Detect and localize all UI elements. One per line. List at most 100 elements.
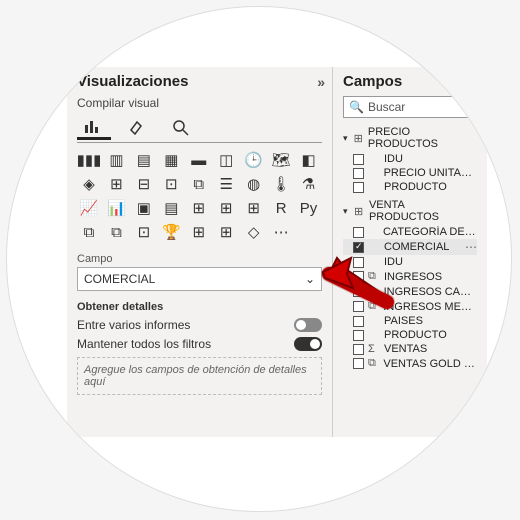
viz-type-20[interactable]: ▣ — [132, 197, 156, 219]
format-tab[interactable] — [121, 114, 155, 140]
measure-icon: ⧉ — [368, 270, 380, 283]
viz-type-8[interactable]: ◧ — [297, 149, 321, 171]
field-item[interactable]: ⧉INGRESOS MEDI… — [343, 299, 477, 314]
field-well[interactable]: COMERCIAL ⌄ — [77, 267, 322, 291]
field-item[interactable]: PRODUCTO — [343, 328, 477, 342]
field-item[interactable]: Σ VENTAS — [343, 342, 477, 356]
viz-type-25[interactable]: R — [269, 197, 293, 219]
visualizations-panel: Visualizaciones » Compilar visual ▮▮▮▥▤▦… — [67, 67, 332, 437]
keep-filters-toggle[interactable] — [294, 337, 322, 351]
field-label: PRECIO UNITARIO — [384, 167, 477, 179]
viz-type-12[interactable]: ⊡ — [159, 173, 183, 195]
expander-icon: ▾ — [343, 206, 351, 217]
field-checkbox[interactable] — [353, 301, 364, 312]
viz-type-2[interactable]: ▤ — [132, 149, 156, 171]
field-item[interactable]: PRODUCTO — [343, 180, 477, 194]
collapse-icon[interactable]: » — [317, 74, 322, 90]
fields-title: Campos — [343, 73, 402, 90]
field-checkbox[interactable] — [353, 271, 364, 282]
table-group[interactable]: ▾⊞PRECIO PRODUCTOS — [343, 124, 477, 152]
table-group[interactable]: ▾⊞VENTA PRODUCTOS — [343, 197, 477, 225]
field-item[interactable]: CATEGORÍA DE P… — [343, 225, 477, 239]
field-item[interactable]: ⧉ INGRESOS — [343, 269, 477, 284]
field-checkbox[interactable] — [353, 168, 364, 179]
viz-type-27[interactable]: ⧉ — [77, 221, 101, 243]
field-checkbox[interactable] — [353, 242, 364, 253]
analytics-tab[interactable] — [165, 114, 199, 140]
viz-type-3[interactable]: ▦ — [159, 149, 183, 171]
build-tab[interactable] — [77, 114, 111, 140]
measure-icon: ⧉ — [368, 285, 380, 298]
field-checkbox[interactable] — [353, 316, 364, 327]
viz-type-5[interactable]: ◫ — [214, 149, 238, 171]
field-label: INGRESOS — [384, 271, 442, 283]
field-label: INGRESOS MEDI… — [383, 301, 477, 313]
viz-type-33[interactable]: ◇ — [242, 221, 266, 243]
field-label: VENTAS GOLD P… — [383, 358, 477, 370]
field-label: PRODUCTO — [384, 329, 447, 341]
field-label: IDU — [384, 256, 403, 268]
field-checkbox[interactable] — [353, 182, 364, 193]
visualization-gallery: ▮▮▮▥▤▦▬◫🕒🗺◧◈⊞⊟⊡⧉☰◍🌡⚗📈📊▣▤⊞⊞⊞RPy⧉⧉⊡🏆⊞⊞◇⋯ — [77, 149, 322, 243]
viz-type-18[interactable]: 📈 — [77, 197, 101, 219]
more-icon[interactable]: ⋯ — [463, 240, 477, 254]
viz-type-30[interactable]: 🏆 — [159, 221, 183, 243]
drillthrough-well[interactable]: Agregue los campos de obtención de detal… — [77, 357, 322, 395]
field-checkbox[interactable] — [353, 286, 364, 297]
visualizations-subtitle: Compilar visual — [77, 96, 322, 110]
viz-type-21[interactable]: ▤ — [159, 197, 183, 219]
field-label: IDU — [384, 153, 403, 165]
viz-type-11[interactable]: ⊟ — [132, 173, 156, 195]
viz-type-22[interactable]: ⊞ — [187, 197, 211, 219]
viz-type-0[interactable]: ▮▮▮ — [77, 149, 101, 171]
viz-type-19[interactable]: 📊 — [104, 197, 128, 219]
viz-type-31[interactable]: ⊞ — [187, 221, 211, 243]
viz-type-1[interactable]: ▥ — [104, 149, 128, 171]
field-item[interactable]: PRECIO UNITARIO — [343, 166, 477, 180]
field-label: PRODUCTO — [384, 181, 447, 193]
sum-icon: Σ — [368, 343, 380, 355]
field-label: VENTAS — [384, 343, 427, 355]
field-item[interactable]: IDU — [343, 255, 477, 269]
visualizations-title: Visualizaciones — [77, 73, 188, 90]
viz-type-29[interactable]: ⊡ — [132, 221, 156, 243]
viz-type-6[interactable]: 🕒 — [242, 149, 266, 171]
fields-panel: Campos » 🔍 Buscar ▾⊞PRECIO PRODUCTOSIDUP… — [332, 67, 487, 437]
table-icon: ⊞ — [354, 132, 365, 145]
viz-type-10[interactable]: ⊞ — [104, 173, 128, 195]
viz-type-9[interactable]: ◈ — [77, 173, 101, 195]
field-checkbox[interactable] — [353, 227, 364, 238]
details-title: Obtener detalles — [77, 301, 322, 313]
field-item[interactable]: IDU — [343, 152, 477, 166]
viz-type-32[interactable]: ⊞ — [214, 221, 238, 243]
viz-type-17[interactable]: ⚗ — [297, 173, 321, 195]
viz-type-14[interactable]: ☰ — [214, 173, 238, 195]
viz-type-13[interactable]: ⧉ — [187, 173, 211, 195]
viz-type-28[interactable]: ⧉ — [104, 221, 128, 243]
viz-type-15[interactable]: ◍ — [242, 173, 266, 195]
viz-type-4[interactable]: ▬ — [187, 149, 211, 171]
field-item[interactable]: COMERCIAL⋯ — [343, 239, 477, 255]
cross-report-toggle[interactable] — [294, 318, 322, 332]
field-checkbox[interactable] — [353, 358, 364, 369]
viz-type-26[interactable]: Py — [297, 197, 321, 219]
field-well-value: COMERCIAL — [84, 272, 155, 286]
search-input[interactable]: 🔍 Buscar — [343, 96, 477, 118]
field-item[interactable]: PAISES — [343, 314, 477, 328]
field-checkbox[interactable] — [353, 344, 364, 355]
field-item[interactable]: ⧉VENTAS GOLD P… — [343, 356, 477, 371]
viz-type-16[interactable]: 🌡 — [269, 173, 293, 195]
viz-type-24[interactable]: ⊞ — [242, 197, 266, 219]
expander-icon: ▾ — [343, 133, 351, 144]
field-checkbox[interactable] — [353, 154, 364, 165]
field-checkbox[interactable] — [353, 257, 364, 268]
field-label: PAISES — [384, 315, 423, 327]
collapse-icon[interactable]: » — [472, 74, 477, 90]
search-icon: 🔍 — [349, 100, 364, 114]
viz-type-34[interactable]: ⋯ — [269, 221, 293, 243]
viz-type-7[interactable]: 🗺 — [269, 149, 293, 171]
viz-type-23[interactable]: ⊞ — [214, 197, 238, 219]
table-icon: ⊞ — [354, 205, 366, 218]
field-item[interactable]: ⧉INGRESOS CAM… — [343, 284, 477, 299]
field-checkbox[interactable] — [353, 330, 364, 341]
